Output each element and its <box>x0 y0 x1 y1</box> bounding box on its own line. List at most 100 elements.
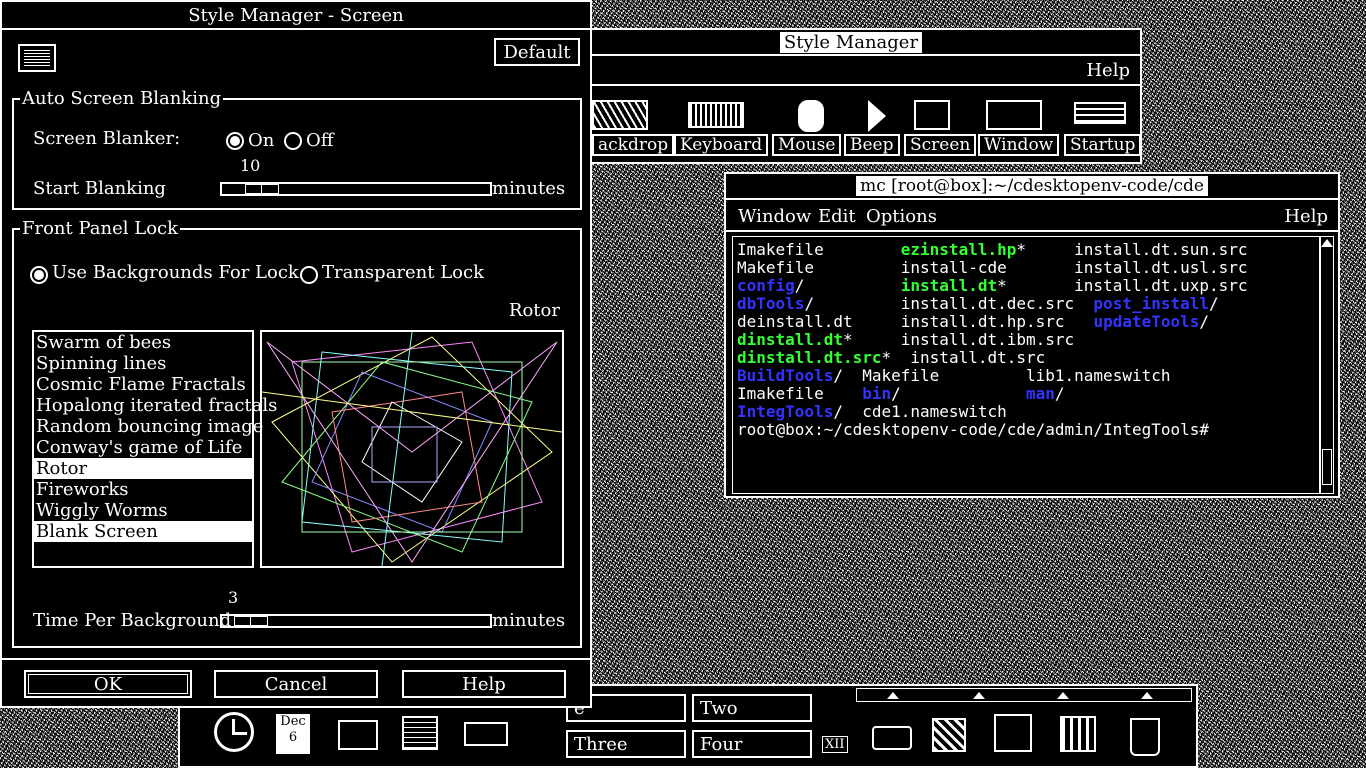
terminal-line: Imakefile bin/ man/ <box>737 385 1319 403</box>
background-list-item[interactable]: Fireworks <box>34 479 252 500</box>
style-manager-title: Style Manager <box>779 31 923 53</box>
terminal-segment: install.dt.sun.src <box>1074 240 1248 259</box>
rotor-preview <box>260 330 564 568</box>
keyboard-icon[interactable] <box>688 102 744 128</box>
background-list-item[interactable]: Wiggly Worms <box>34 500 252 521</box>
screen-icon[interactable] <box>914 100 950 130</box>
start-blanking-slider[interactable] <box>220 182 492 196</box>
window-icon[interactable] <box>986 100 1042 130</box>
blanker-on-radio[interactable] <box>226 132 244 150</box>
blanker-off-radio[interactable] <box>284 132 302 150</box>
calendar-month: Dec <box>280 714 306 729</box>
terminal-line: IntegTools/ cde1.nameswitch <box>737 403 1319 421</box>
screen-dialog: Style Manager - Screen Default Auto Scre… <box>0 0 592 708</box>
time-per-background-thumb[interactable] <box>234 616 268 626</box>
terminal-segment: Imakefile <box>737 384 863 403</box>
screen-dialog-title: Style Manager - Screen <box>184 4 408 26</box>
terminal-line: dinstall.dt* install.dt.ibm.src <box>737 331 1319 349</box>
toolbar-screen[interactable]: Screen <box>904 134 977 156</box>
terminal-segment: / <box>1199 312 1210 331</box>
time-per-background-slider[interactable] <box>220 614 492 628</box>
help-button[interactable]: Help <box>402 670 566 698</box>
menu-help[interactable]: Help <box>1086 60 1130 81</box>
screen-dialog-titlebar[interactable]: Style Manager - Screen <box>2 2 590 30</box>
workspace-four[interactable]: Four <box>692 730 812 758</box>
terminal-segment: root@box:~/cdesktopenv-code/cde/admin/In… <box>737 420 1210 439</box>
toolbar-backdrop[interactable]: ackdrop <box>592 134 675 156</box>
cancel-button[interactable]: Cancel <box>214 670 378 698</box>
background-list-item[interactable]: Random bouncing image <box>34 416 263 437</box>
terminal-segment: * <box>842 330 901 349</box>
blanker-on-label[interactable]: On <box>248 130 274 151</box>
screen-blanker-label: Screen Blanker: <box>33 128 181 149</box>
start-blanking-label: Start Blanking <box>33 178 166 199</box>
terminal-line: deinstall.dt install.dt.hp.src updateToo… <box>737 313 1319 331</box>
background-list-item[interactable]: Conway's game of Life <box>34 437 252 458</box>
trash-icon[interactable] <box>1130 718 1160 756</box>
ok-button[interactable]: OK <box>24 670 192 698</box>
background-list-item[interactable]: Blank Screen <box>34 521 252 542</box>
terminal-menu-window[interactable]: Window <box>738 206 811 227</box>
scroll-thumb[interactable] <box>1322 449 1332 485</box>
background-list[interactable]: Swarm of bees Spinning lines Cosmic Flame … <box>32 330 277 568</box>
terminal-menu-help[interactable]: Help <box>1284 206 1328 227</box>
toolbar-window[interactable]: Window <box>978 134 1060 156</box>
backdrop-icon[interactable] <box>592 100 648 130</box>
subpanel-arrow-icon[interactable] <box>887 692 899 699</box>
subpanel-arrow-icon[interactable] <box>973 692 985 699</box>
toolbar-startup[interactable]: Startup <box>1064 134 1142 156</box>
printer-icon[interactable] <box>872 726 912 750</box>
transparent-lock-label[interactable]: Transparent Lock <box>322 262 484 283</box>
mailer-icon[interactable] <box>464 722 508 746</box>
style-manager-icon[interactable] <box>932 718 966 752</box>
terminal-segment: install.dt.usl.src <box>1074 258 1248 277</box>
subpanel-arrow-icon[interactable] <box>1141 692 1153 699</box>
mouse-icon[interactable] <box>798 100 824 132</box>
style-manager-menubar: Help <box>562 58 1140 86</box>
terminal-scrollbar[interactable] <box>1320 236 1334 494</box>
toolbar-keyboard[interactable]: Keyboard <box>674 134 769 156</box>
terminal-output[interactable]: Imakefile ezinstall.hp* install.dt.sun.s… <box>732 236 1320 494</box>
help-manager-icon[interactable] <box>1060 716 1096 752</box>
background-list-item[interactable]: Rotor <box>34 458 252 479</box>
scroll-up-arrow[interactable] <box>1321 239 1333 247</box>
startup-icon[interactable] <box>1074 102 1126 124</box>
time-per-background-label: Time Per Background <box>33 610 232 631</box>
start-blanking-thumb[interactable] <box>245 184 279 194</box>
calendar-icon[interactable]: Dec 6 <box>276 714 310 754</box>
style-manager-titlebar[interactable]: Style Manager <box>562 30 1140 56</box>
terminal-menu-edit[interactable]: Edit <box>818 206 856 227</box>
terminal-title: mc [root@box]:~/cdesktopenv-code/cde <box>856 176 1208 196</box>
app-manager-icon[interactable] <box>994 714 1032 752</box>
blanker-off-label[interactable]: Off <box>306 130 334 151</box>
background-list-item[interactable]: Spinning lines <box>34 353 252 374</box>
terminal-segment: install.dt.uxp.src <box>1074 276 1248 295</box>
use-backgrounds-label[interactable]: Use Backgrounds For Lock <box>52 262 299 283</box>
terminal-segment: Makefile lib1.nameswitch <box>862 366 1171 385</box>
clock-icon[interactable] <box>214 712 254 752</box>
clock-hand2-icon <box>233 732 247 735</box>
file-manager-icon[interactable] <box>338 720 378 750</box>
terminal-titlebar[interactable]: mc [root@box]:~/cdesktopenv-code/cde <box>726 174 1338 200</box>
terminal-segment: dbTools <box>737 294 805 313</box>
default-button[interactable]: Default <box>494 38 580 66</box>
workspace-three[interactable]: Three <box>566 730 686 758</box>
transparent-lock-radio[interactable] <box>300 266 318 284</box>
text-editor-icon[interactable] <box>402 716 438 750</box>
terminal-line: root@box:~/cdesktopenv-code/cde/admin/In… <box>737 421 1319 439</box>
toolbar-mouse[interactable]: Mouse <box>772 134 842 156</box>
use-backgrounds-radio[interactable] <box>30 266 48 284</box>
background-list-item[interactable]: Cosmic Flame Fractals <box>34 374 252 395</box>
terminal-menu-options[interactable]: Options <box>866 206 937 227</box>
terminal-segment: config <box>737 276 795 295</box>
start-blanking-units: minutes <box>492 178 566 199</box>
terminal-segment: / <box>833 366 863 385</box>
subpanel-arrow-icon[interactable] <box>1057 692 1069 699</box>
terminal-segment: install-cde <box>900 258 1007 277</box>
beep-icon[interactable] <box>868 100 886 132</box>
background-list-item[interactable]: Swarm of bees <box>34 332 252 353</box>
start-blanking-value: 10 <box>240 156 261 175</box>
toolbar-beep[interactable]: Beep <box>844 134 900 156</box>
background-list-item[interactable]: Hopalong iterated fractals <box>34 395 277 416</box>
workspace-two[interactable]: Two <box>692 694 812 722</box>
